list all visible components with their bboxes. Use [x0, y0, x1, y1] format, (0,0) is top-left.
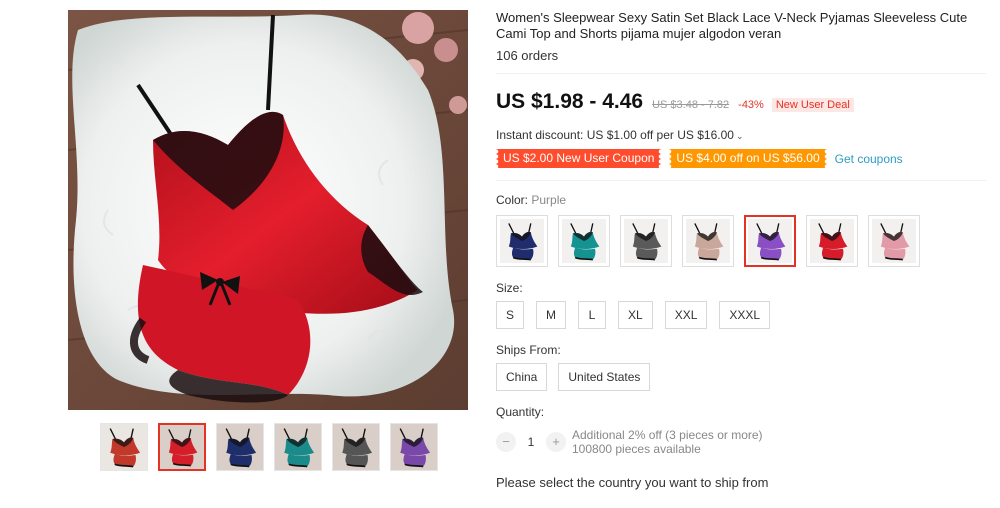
color-swatch-teal[interactable] — [558, 215, 610, 267]
garment-thumbnail-icon — [160, 425, 204, 469]
garment-swatch-icon — [810, 219, 854, 263]
quantity-selector: Quantity: − 1 + Additional 2% off (3 pie… — [496, 405, 986, 456]
new-user-deal-badge: New User Deal — [771, 98, 854, 112]
size-option-xxl[interactable]: XXL — [664, 301, 708, 329]
minus-icon[interactable]: − — [496, 432, 516, 452]
size-option-l[interactable]: L — [578, 301, 607, 329]
selected-color: Purple — [531, 193, 567, 207]
color-label-text: Color: — [496, 193, 529, 207]
thumbnail-red[interactable] — [158, 423, 206, 471]
current-price: US $1.98 - 4.46 — [496, 90, 644, 113]
stock-available: 100800 pieces available — [572, 442, 701, 456]
instant-discount-text: Instant discount: US $1.00 off per US $1… — [496, 128, 734, 142]
color-swatches — [496, 215, 986, 267]
size-options: S M L XL XXL XXXL — [496, 301, 986, 329]
ships-from-selector: Ships From: China United States — [496, 343, 986, 391]
garment-thumbnail-icon — [391, 424, 437, 470]
quantity-stepper: − 1 + Additional 2% off (3 pieces or mor… — [496, 428, 986, 456]
ships-from-china[interactable]: China — [496, 363, 548, 391]
divider — [496, 180, 986, 181]
color-swatch-black-lace[interactable] — [620, 215, 672, 267]
garment-swatch-icon — [562, 219, 606, 263]
size-selector: Size: S M L XL XXL XXXL — [496, 281, 986, 329]
plus-icon[interactable]: + — [546, 432, 566, 452]
thumbnail-black-lace[interactable] — [332, 423, 380, 471]
color-swatch-purple[interactable] — [744, 215, 796, 267]
garment-swatch-icon — [500, 219, 544, 263]
garment-thumbnail-icon — [275, 424, 321, 470]
get-coupons-link[interactable]: Get coupons — [835, 152, 903, 166]
size-option-m[interactable]: M — [536, 301, 567, 329]
discount-percent: -43% — [738, 99, 764, 111]
red-satin-cami-set-photo-icon — [68, 10, 468, 410]
color-swatch-red[interactable] — [806, 215, 858, 267]
quantity-value[interactable]: 1 — [516, 435, 546, 449]
thumbnail-purple[interactable] — [390, 423, 438, 471]
thumbnail-navy[interactable] — [216, 423, 264, 471]
ships-from-united-states[interactable]: United States — [558, 363, 651, 391]
garment-thumbnail-icon — [217, 424, 263, 470]
shipping-prompt: Please select the country you want to sh… — [496, 475, 769, 490]
chevron-down-icon: ⌄ — [735, 131, 744, 141]
color-label: Color: Purple — [496, 193, 986, 207]
garment-swatch-icon — [624, 219, 668, 263]
price-row: US $1.98 - 4.46 US $3.48 - 7.82 -43% New… — [496, 90, 986, 114]
product-info: Women's Sleepwear Sexy Satin Set Black L… — [496, 10, 986, 490]
color-swatch-champagne[interactable] — [682, 215, 734, 267]
garment-swatch-icon — [872, 219, 916, 263]
thumbnail-multi-color-collage[interactable] — [100, 423, 148, 471]
color-selector: Color: Purple — [496, 193, 986, 267]
instant-discount[interactable]: Instant discount: US $1.00 off per US $1… — [496, 128, 986, 142]
thumbnail-strip — [100, 423, 438, 471]
garment-thumbnail-icon — [333, 424, 379, 470]
size-option-xl[interactable]: XL — [618, 301, 653, 329]
thumbnail-teal[interactable] — [274, 423, 322, 471]
garment-swatch-icon — [686, 219, 730, 263]
size-label: Size: — [496, 281, 523, 295]
quantity-note: Additional 2% off (3 pieces or more) 100… — [572, 428, 763, 456]
size-option-xxxl[interactable]: XXXL — [719, 301, 771, 329]
store-coupon[interactable]: US $4.00 off on US $56.00 — [669, 149, 827, 168]
color-swatch-navy[interactable] — [496, 215, 548, 267]
ships-from-options: China United States — [496, 363, 986, 391]
color-swatch-pink[interactable] — [868, 215, 920, 267]
order-count: 106 orders — [496, 48, 559, 63]
divider — [496, 73, 986, 74]
quantity-label: Quantity: — [496, 405, 545, 419]
coupon-row: US $2.00 New User Coupon US $4.00 off on… — [496, 149, 986, 168]
garment-swatch-icon — [748, 219, 792, 263]
product-title: Women's Sleepwear Sexy Satin Set Black L… — [496, 10, 968, 41]
original-price: US $3.48 - 7.82 — [652, 99, 730, 111]
new-user-coupon[interactable]: US $2.00 New User Coupon — [496, 149, 662, 168]
garment-thumbnail-icon — [101, 424, 147, 470]
ships-from-label: Ships From: — [496, 343, 561, 357]
bulk-discount-note: Additional 2% off (3 pieces or more) — [572, 428, 763, 442]
main-product-image[interactable] — [68, 10, 468, 410]
size-option-s[interactable]: S — [496, 301, 525, 329]
